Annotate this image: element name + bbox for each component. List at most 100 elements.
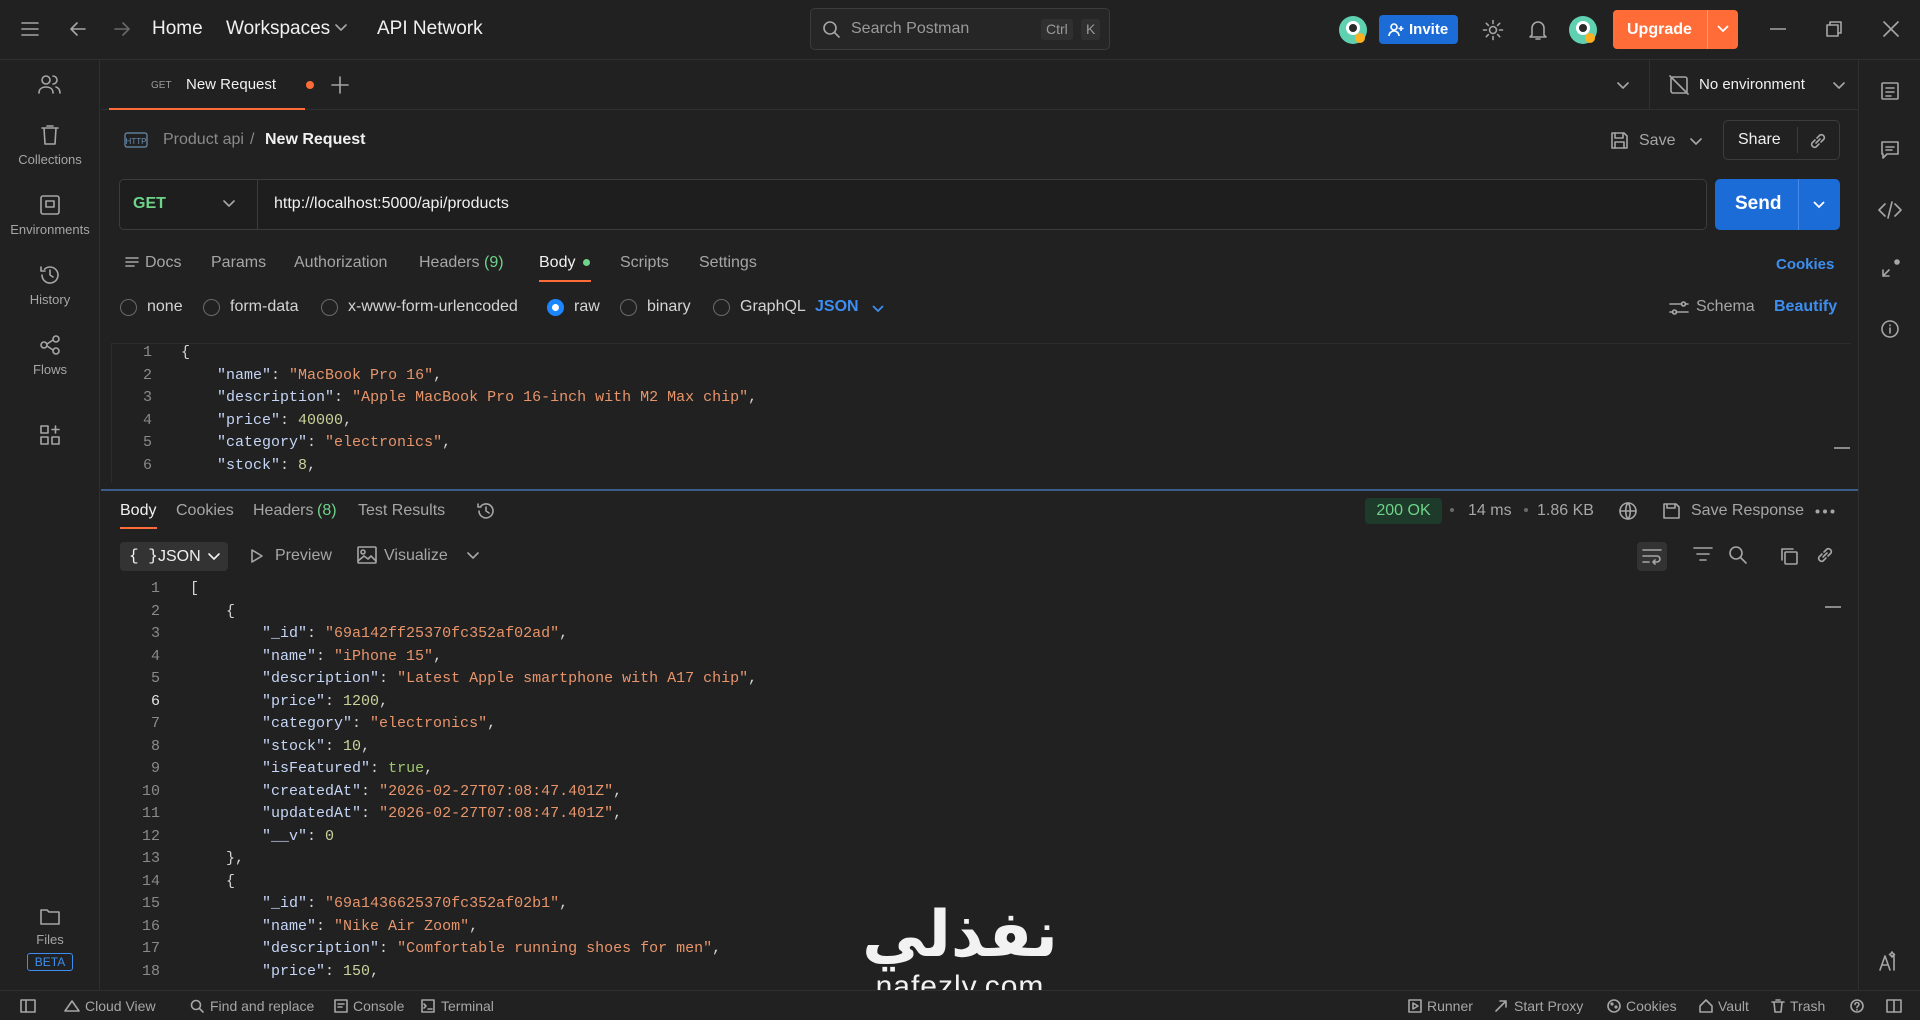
upgrade-chevron-down-icon[interactable] <box>1717 25 1729 33</box>
status-badge[interactable]: 200 OK <box>1365 498 1442 524</box>
tab-headers[interactable]: Headers <box>419 254 479 272</box>
trash-button[interactable]: Trash <box>1790 998 1825 1014</box>
invite-button[interactable]: Invite <box>1379 15 1458 44</box>
related-collections-icon[interactable] <box>1880 257 1902 279</box>
tab-params[interactable]: Params <box>211 254 266 272</box>
body-format-select[interactable]: JSON <box>815 298 859 316</box>
copy-icon[interactable] <box>1779 546 1799 566</box>
tab-new-request[interactable]: GET New Request <box>109 60 314 110</box>
forward-arrow-icon[interactable] <box>112 20 132 38</box>
radio-binary[interactable] <box>620 299 637 316</box>
workspaces-chevron-down-icon[interactable] <box>335 24 347 32</box>
sidebar-item-flows[interactable]: Flows <box>0 334 100 377</box>
terminal-button[interactable]: Terminal <box>441 998 494 1014</box>
sidebar-item-history[interactable]: History <box>0 264 100 307</box>
radio-graphql[interactable] <box>713 299 730 316</box>
cloud-view-button[interactable]: Cloud View <box>85 998 156 1014</box>
search-response-icon[interactable] <box>1728 545 1748 565</box>
link-icon[interactable] <box>1815 545 1835 565</box>
start-proxy-button[interactable]: Start Proxy <box>1514 998 1583 1014</box>
save-response-button[interactable]: Save Response <box>1691 502 1804 520</box>
find-replace-button[interactable]: Find and replace <box>210 998 314 1014</box>
response-scrollbar-thumb[interactable] <box>1825 606 1841 608</box>
settings-gear-icon[interactable] <box>1482 19 1504 41</box>
share-button[interactable]: Share <box>1738 131 1781 149</box>
visualize-chevron-down-icon[interactable] <box>467 552 479 560</box>
help-icon[interactable] <box>1850 999 1864 1013</box>
comments-icon[interactable] <box>1880 140 1900 160</box>
response-history-icon[interactable] <box>476 501 496 521</box>
send-button[interactable]: Send <box>1735 193 1781 215</box>
breadcrumb-collection[interactable]: Product api <box>163 131 244 149</box>
nav-workspaces[interactable]: Workspaces <box>226 18 330 40</box>
tabs-overflow-chevron-down-icon[interactable] <box>1617 82 1629 90</box>
tab-body[interactable]: Body <box>539 254 575 272</box>
sidebar-item-files[interactable]: Files <box>0 906 100 947</box>
tab-scripts[interactable]: Scripts <box>620 254 669 272</box>
format-chevron-down-icon[interactable] <box>872 305 884 313</box>
radio-raw[interactable] <box>547 299 564 316</box>
nav-api-network[interactable]: API Network <box>377 18 483 40</box>
save-button[interactable]: Save <box>1608 125 1708 157</box>
send-chevron-down-icon[interactable] <box>1813 201 1825 209</box>
response-tab-cookies[interactable]: Cookies <box>176 502 234 520</box>
notifications-bell-icon[interactable] <box>1528 19 1548 41</box>
beautify-button[interactable]: Beautify <box>1774 298 1837 316</box>
team-icon[interactable] <box>38 74 62 94</box>
cookies-link[interactable]: Cookies <box>1776 256 1834 273</box>
network-globe-icon[interactable] <box>1618 501 1638 521</box>
radio-none[interactable] <box>120 299 137 316</box>
close-window-icon[interactable] <box>1883 21 1899 37</box>
back-arrow-icon[interactable] <box>68 20 88 38</box>
environment-selector[interactable]: No environment <box>1663 60 1853 110</box>
minimize-window-icon[interactable] <box>1770 28 1786 30</box>
runner-button[interactable]: Runner <box>1427 998 1473 1014</box>
team-avatar[interactable] <box>1338 15 1368 45</box>
info-icon[interactable] <box>1880 319 1900 339</box>
filter-icon[interactable] <box>1693 546 1713 564</box>
toggle-sidebar-icon[interactable] <box>20 999 36 1013</box>
menu-icon[interactable] <box>20 20 40 38</box>
response-tab-test-results[interactable]: Test Results <box>358 502 445 520</box>
response-tab-body[interactable]: Body <box>120 502 156 520</box>
nav-home[interactable]: Home <box>152 18 203 40</box>
upgrade-button[interactable]: Upgrade <box>1613 10 1738 49</box>
layout-split-icon[interactable] <box>1886 999 1902 1013</box>
response-size[interactable]: 1.86 KB <box>1537 502 1594 520</box>
visualize-button[interactable]: Visualize <box>384 547 448 565</box>
schema-button[interactable]: Schema <box>1696 298 1755 316</box>
more-options-icon[interactable] <box>1815 509 1835 514</box>
radio-urlencoded[interactable] <box>321 299 338 316</box>
vault-button[interactable]: Vault <box>1718 998 1749 1014</box>
search-box[interactable]: Search Postman Ctrl K <box>810 8 1110 50</box>
response-time[interactable]: 14 ms <box>1468 502 1512 520</box>
response-pane-divider[interactable] <box>101 489 1858 491</box>
documentation-icon[interactable] <box>1880 81 1900 101</box>
wrap-lines-toggle[interactable] <box>1637 542 1667 571</box>
new-tab-plus-icon[interactable] <box>331 76 349 94</box>
request-body-editor[interactable]: 1 {2 "name": "MacBook Pro 16", 3 "descript… <box>111 343 1851 483</box>
tab-settings[interactable]: Settings <box>699 254 757 272</box>
tab-docs[interactable]: Docs <box>145 254 181 272</box>
sidebar-item-environments[interactable]: Environments <box>0 194 100 237</box>
user-avatar[interactable] <box>1568 15 1598 45</box>
tab-authorization[interactable]: Authorization <box>294 254 387 272</box>
ai-assistant-icon[interactable] <box>1878 950 1902 972</box>
response-tab-headers[interactable]: Headers <box>253 502 313 520</box>
radio-form-data[interactable] <box>203 299 220 316</box>
copy-link-icon[interactable] <box>1808 131 1828 151</box>
console-button[interactable]: Console <box>353 998 404 1014</box>
response-headers-count: (8) <box>317 502 337 519</box>
response-format-select[interactable]: { } JSON <box>120 542 228 571</box>
cookies-button[interactable]: Cookies <box>1626 998 1677 1014</box>
sidebar-item-collections[interactable]: Collections <box>0 124 100 167</box>
editor-scrollbar-thumb[interactable] <box>1834 447 1850 449</box>
save-chevron-down-icon[interactable] <box>1690 138 1702 146</box>
add-workbench-icon[interactable] <box>39 424 61 446</box>
code-snippet-icon[interactable] <box>1878 200 1902 220</box>
restore-window-icon[interactable] <box>1826 21 1842 37</box>
preview-button[interactable]: Preview <box>275 547 332 565</box>
method-selector[interactable]: GET <box>120 180 258 229</box>
url-input[interactable]: http://localhost:5000/api/products <box>274 195 509 213</box>
breadcrumb-request[interactable]: New Request <box>265 131 365 149</box>
